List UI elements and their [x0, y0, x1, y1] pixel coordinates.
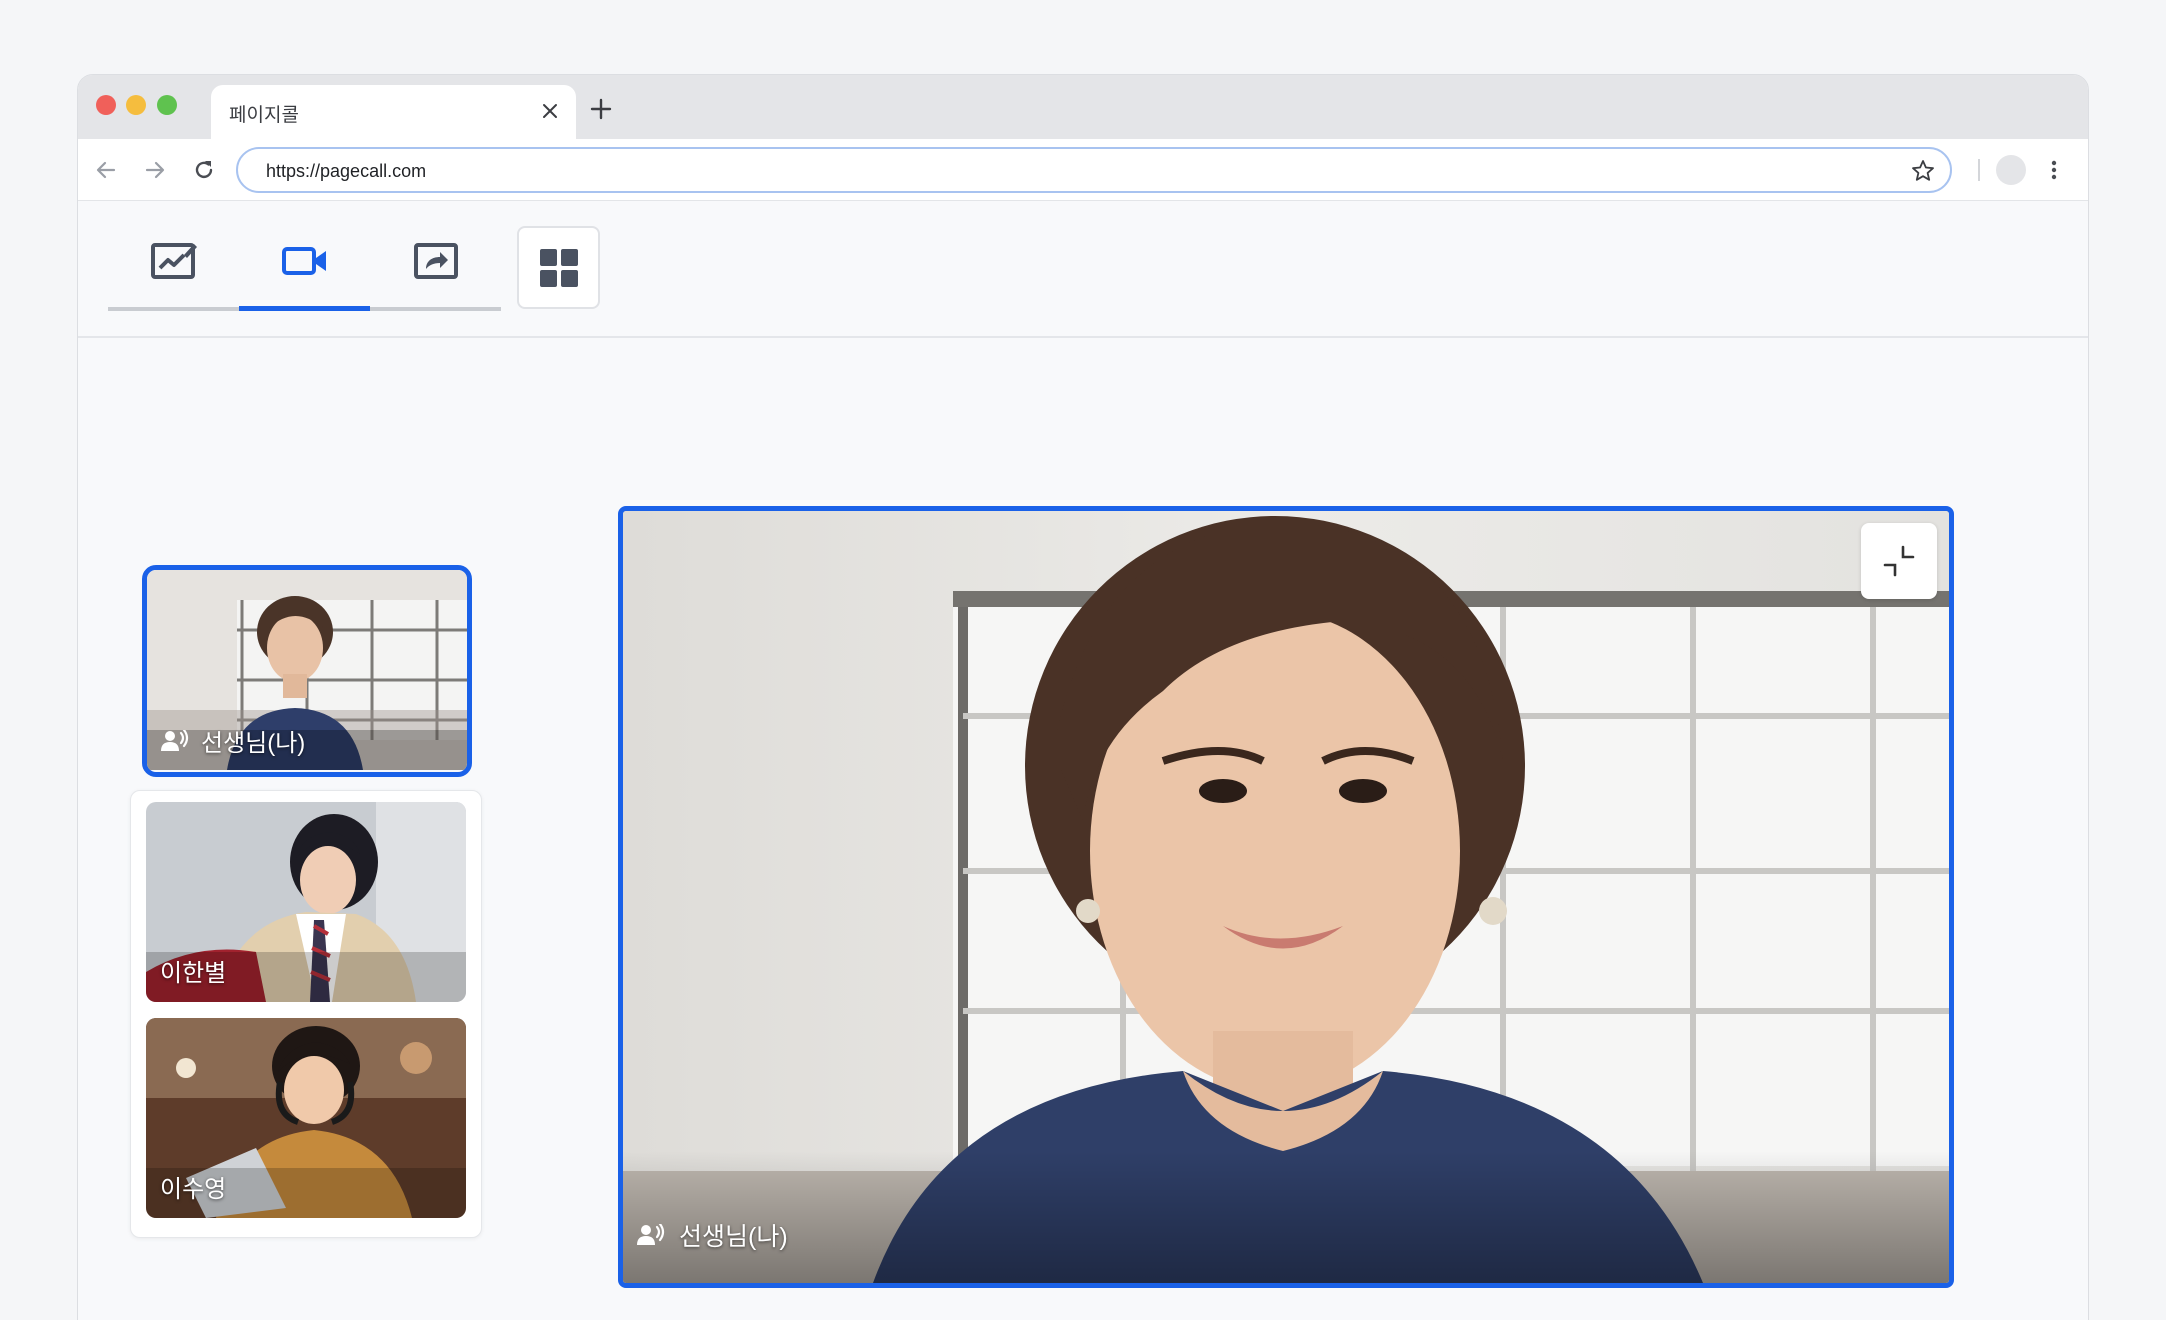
reload-icon[interactable] [190, 156, 218, 184]
exit-fullscreen-icon [1883, 545, 1915, 577]
tab-title: 페이지콜 [229, 105, 299, 126]
participant-name: 이한별 [160, 960, 227, 987]
main-participant-label: 선생님(나) [637, 1217, 788, 1253]
participant-label: 이수영 [160, 1169, 226, 1204]
main-video-tile[interactable]: 선생님(나) [618, 506, 1954, 1288]
address-bar[interactable]: https://pagecall.com [236, 147, 1952, 193]
video-camera-icon [282, 247, 326, 275]
close-icon[interactable] [538, 99, 562, 123]
more-vert-icon[interactable] [2040, 156, 2068, 184]
url-text: https://pagecall.com [266, 161, 427, 181]
profile-avatar[interactable] [1996, 155, 2026, 185]
tab-screen-share[interactable] [370, 201, 501, 311]
participant-label: 이한별 [160, 953, 226, 988]
browser-toolbar: https://pagecall.com [78, 139, 2088, 201]
layout-grid-button[interactable] [517, 226, 600, 309]
tab-whiteboard[interactable] [108, 201, 239, 311]
plus-icon[interactable] [589, 97, 613, 121]
video-stage: 선생님(나) 이한별 이수영 선생님(나) [78, 340, 2088, 1320]
maximize-window-button[interactable] [157, 95, 177, 115]
main-participant-name: 선생님(나) [679, 1223, 788, 1251]
close-window-button[interactable] [96, 95, 116, 115]
main-participant-video [623, 511, 1949, 1283]
grid-layout-icon [540, 249, 578, 287]
participant-tile-2[interactable]: 이한별 [146, 802, 466, 1002]
app-mode-bar [78, 201, 2088, 338]
browser-tab[interactable]: 페이지콜 [211, 85, 576, 139]
participant-name: 선생님(나) [201, 730, 306, 757]
speaking-indicator-icon [161, 729, 189, 751]
star-icon[interactable] [1910, 158, 1936, 184]
whiteboard-icon [151, 243, 197, 279]
tab-video[interactable] [239, 201, 370, 311]
forward-arrow-icon[interactable] [141, 156, 169, 184]
exit-fullscreen-button[interactable] [1861, 523, 1937, 599]
participant-tile-teacher[interactable]: 선생님(나) [142, 565, 472, 777]
back-arrow-icon[interactable] [92, 156, 120, 184]
browser-window: 페이지콜 https://pagecall.com 선생님(나) 이한별 이수영… [77, 74, 2089, 1320]
screen-share-icon [414, 243, 458, 279]
participant-tile-3[interactable]: 이수영 [146, 1018, 466, 1218]
browser-titlebar: 페이지콜 [78, 75, 2088, 139]
minimize-window-button[interactable] [126, 95, 146, 115]
participant-name: 이수영 [160, 1176, 227, 1203]
participant-label: 선생님(나) [161, 723, 305, 758]
toolbar-divider [1978, 159, 1980, 181]
speaking-indicator-icon [637, 1224, 665, 1245]
